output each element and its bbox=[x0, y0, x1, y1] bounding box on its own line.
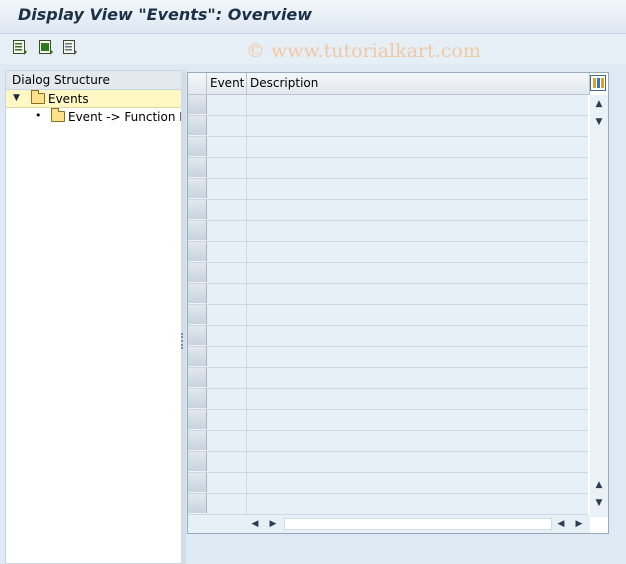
row-selector[interactable] bbox=[188, 452, 207, 472]
event-cell bbox=[207, 305, 247, 325]
event-cell bbox=[207, 263, 247, 283]
title-bar: Display View "Events": Overview bbox=[0, 0, 626, 34]
event-cell bbox=[207, 200, 247, 220]
event-cell bbox=[207, 368, 247, 388]
scroll-down-icon[interactable]: ▼ bbox=[590, 496, 608, 510]
scroll-left-icon[interactable]: ◀ bbox=[554, 517, 568, 531]
folder-open-icon bbox=[31, 90, 45, 104]
event-cell bbox=[207, 179, 247, 199]
watermark: © www.tutorialkart.com bbox=[246, 40, 481, 62]
table-row[interactable] bbox=[188, 410, 588, 431]
pane-splitter[interactable] bbox=[181, 70, 186, 564]
row-selector[interactable] bbox=[188, 179, 207, 199]
event-cell bbox=[207, 284, 247, 304]
table-row[interactable] bbox=[188, 179, 588, 200]
event-cell bbox=[207, 95, 247, 115]
row-selector[interactable] bbox=[188, 137, 207, 157]
table-row[interactable] bbox=[188, 158, 588, 179]
scroll-right-icon[interactable]: ▶ bbox=[572, 517, 586, 531]
splitter-grip-icon[interactable] bbox=[181, 333, 184, 349]
dialog-structure-pane: Dialog Structure ▼ Events • Event -> Fun… bbox=[5, 70, 181, 564]
dialog-structure-header: Dialog Structure bbox=[6, 71, 181, 90]
folder-icon bbox=[51, 108, 65, 122]
table-row[interactable] bbox=[188, 389, 588, 410]
table-row[interactable] bbox=[188, 368, 588, 389]
vertical-scrollbar[interactable]: ▲ ▼ ▲ ▼ bbox=[590, 95, 608, 517]
event-cell bbox=[207, 410, 247, 430]
event-cell bbox=[207, 473, 247, 493]
row-selector[interactable] bbox=[188, 263, 207, 283]
table-row[interactable] bbox=[188, 431, 588, 452]
details-icon[interactable] bbox=[12, 39, 28, 56]
table-row[interactable] bbox=[188, 221, 588, 242]
column-header-description[interactable]: Description bbox=[247, 73, 590, 95]
table-row[interactable] bbox=[188, 494, 588, 515]
tree-item-event-function-module[interactable]: • Event -> Function M bbox=[6, 108, 181, 126]
column-header-event[interactable]: Event bbox=[207, 73, 247, 95]
scroll-track[interactable] bbox=[284, 518, 552, 530]
row-selector[interactable] bbox=[188, 116, 207, 136]
event-cell bbox=[207, 326, 247, 346]
scroll-down-icon[interactable]: ▼ bbox=[590, 115, 608, 129]
expand-triangle-icon[interactable]: ▼ bbox=[13, 93, 20, 103]
tree-item-events[interactable]: ▼ Events bbox=[6, 90, 181, 108]
table-row[interactable] bbox=[188, 137, 588, 158]
table-settings-icon[interactable] bbox=[590, 75, 606, 91]
row-selector[interactable] bbox=[188, 347, 207, 367]
row-selector[interactable] bbox=[188, 431, 207, 451]
bullet-icon: • bbox=[35, 109, 42, 122]
row-selector[interactable] bbox=[188, 242, 207, 262]
table-row[interactable] bbox=[188, 473, 588, 494]
row-selector[interactable] bbox=[188, 305, 207, 325]
scroll-right-icon[interactable]: ▶ bbox=[266, 517, 280, 531]
tree-item-label: Events bbox=[48, 92, 89, 106]
table-row[interactable] bbox=[188, 347, 588, 368]
scroll-left-icon[interactable]: ◀ bbox=[248, 517, 262, 531]
table-row[interactable] bbox=[188, 263, 588, 284]
table-row[interactable] bbox=[188, 305, 588, 326]
row-selector[interactable] bbox=[188, 95, 207, 115]
table-row[interactable] bbox=[188, 242, 588, 263]
row-selector[interactable] bbox=[188, 410, 207, 430]
select-all-icon[interactable] bbox=[38, 39, 54, 56]
window-title: Display View "Events": Overview bbox=[18, 5, 313, 24]
event-cell bbox=[207, 242, 247, 262]
row-selector[interactable] bbox=[188, 158, 207, 178]
tree-item-label: Event -> Function M bbox=[68, 110, 181, 124]
row-selector[interactable] bbox=[188, 221, 207, 241]
table-row[interactable] bbox=[188, 452, 588, 473]
event-cell bbox=[207, 116, 247, 136]
row-selector[interactable] bbox=[188, 368, 207, 388]
scroll-up-icon[interactable]: ▲ bbox=[590, 478, 608, 492]
scroll-up-icon[interactable]: ▲ bbox=[590, 97, 608, 111]
horizontal-scrollbar[interactable]: ◀ ▶ ◀ ▶ bbox=[188, 515, 590, 533]
event-cell bbox=[207, 158, 247, 178]
event-cell bbox=[207, 221, 247, 241]
row-selector[interactable] bbox=[188, 389, 207, 409]
row-selector[interactable] bbox=[188, 326, 207, 346]
event-cell bbox=[207, 347, 247, 367]
select-all-rows-header[interactable] bbox=[188, 73, 207, 95]
events-table: Event Description ▲ ▼ ▲ ▼ ◀ ▶ ◀ ▶ bbox=[187, 72, 609, 534]
table-row[interactable] bbox=[188, 326, 588, 347]
table-row[interactable] bbox=[188, 200, 588, 221]
event-cell bbox=[207, 494, 247, 514]
event-cell bbox=[207, 431, 247, 451]
event-cell bbox=[207, 452, 247, 472]
row-selector[interactable] bbox=[188, 284, 207, 304]
event-cell bbox=[207, 389, 247, 409]
table-row[interactable] bbox=[188, 284, 588, 305]
table-row[interactable] bbox=[188, 116, 588, 137]
deselect-icon[interactable] bbox=[62, 39, 78, 56]
row-selector[interactable] bbox=[188, 494, 207, 514]
row-selector[interactable] bbox=[188, 200, 207, 220]
event-cell bbox=[207, 137, 247, 157]
table-row[interactable] bbox=[188, 95, 588, 116]
row-selector[interactable] bbox=[188, 473, 207, 493]
